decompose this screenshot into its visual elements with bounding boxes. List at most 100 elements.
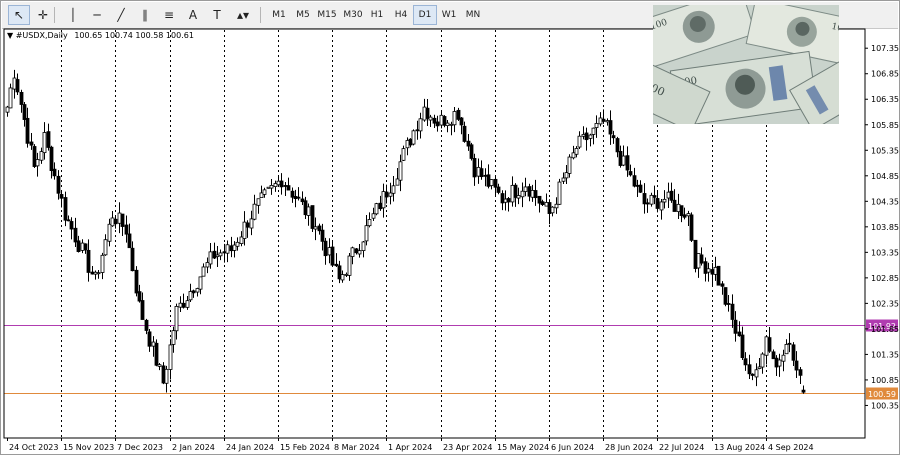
candle — [398, 154, 403, 192]
candle — [22, 101, 27, 127]
timeframe-m5[interactable]: M5 — [291, 5, 315, 25]
timeframe-h4[interactable]: H4 — [389, 5, 413, 25]
candle-body — [506, 198, 511, 203]
candle-body — [699, 254, 704, 264]
timeframe-m1[interactable]: M1 — [267, 5, 291, 25]
candle — [662, 190, 667, 209]
candle — [364, 214, 369, 246]
timeframe-h1[interactable]: H1 — [365, 5, 389, 25]
price-tick-label: 102.85 — [871, 274, 899, 283]
candle-body — [286, 185, 291, 191]
cursor-icon[interactable]: ↖ — [8, 5, 30, 25]
candle-body — [161, 365, 166, 384]
date-tick-label: 23 Apr 2024 — [443, 443, 492, 452]
candle — [733, 311, 738, 342]
candle-body — [120, 213, 125, 227]
timeframe-m15[interactable]: M15 — [315, 5, 339, 25]
candle — [86, 239, 91, 282]
candle-body — [584, 132, 589, 141]
price-tick-label: 107.35 — [871, 44, 899, 53]
candle-body — [384, 191, 389, 198]
shapes-dropdown-icon[interactable]: ▴▾ — [232, 5, 254, 25]
timeframe-mn[interactable]: MN — [461, 5, 485, 25]
candle — [239, 231, 244, 247]
date-tick-label: 6 Jun 2024 — [551, 443, 594, 452]
candle — [428, 114, 433, 127]
candle-body — [113, 218, 118, 225]
candle — [5, 105, 10, 117]
candle — [252, 194, 257, 221]
candle — [462, 121, 467, 143]
candle — [621, 145, 626, 167]
candle — [513, 183, 518, 207]
fibonacci-icon[interactable]: ≡ — [158, 5, 180, 25]
toolbar-separator — [54, 7, 55, 23]
candle — [124, 215, 129, 243]
candle-body — [537, 195, 542, 204]
candle — [703, 257, 708, 282]
time-axis[interactable]: 24 Oct 2023 15 Nov 2023 7 Dec 2023 2 Jan 20… — [7, 438, 814, 452]
candle — [256, 198, 261, 214]
candle — [334, 253, 339, 268]
price-axis[interactable]: 107.35 106.85 106.35 105.85 105.35 104.85 104.… — [865, 44, 899, 410]
candle — [608, 110, 613, 145]
candle-body — [364, 225, 369, 242]
candle — [493, 175, 498, 197]
candle — [185, 295, 190, 310]
candle — [283, 182, 288, 197]
candle — [350, 246, 355, 265]
candle-body — [168, 344, 173, 370]
candle — [500, 190, 505, 211]
candle-body — [767, 337, 772, 352]
text-label-icon[interactable]: T — [206, 5, 228, 25]
equidistant-channel-icon[interactable]: ∥ — [134, 5, 156, 25]
candle-body — [29, 141, 34, 146]
candle — [249, 210, 254, 236]
candle-body — [367, 219, 372, 227]
candle-body — [137, 291, 142, 302]
candle — [73, 217, 78, 248]
timeframe-d1[interactable]: D1 — [413, 5, 437, 25]
candle — [107, 218, 112, 247]
candle — [262, 187, 267, 198]
candle-body — [628, 171, 633, 176]
candle-body — [764, 336, 769, 356]
candle-body — [689, 214, 694, 241]
candle-body — [486, 174, 491, 187]
candle — [567, 154, 572, 178]
candle — [452, 106, 457, 133]
candle-body — [601, 118, 606, 122]
candle-body — [144, 319, 149, 331]
horizontal-line-icon[interactable]: ─ — [86, 5, 108, 25]
candle — [266, 186, 271, 189]
candle — [754, 363, 759, 387]
candle — [215, 246, 220, 268]
vertical-line-icon[interactable]: │ — [62, 5, 84, 25]
candle-body — [252, 203, 257, 220]
candle — [726, 295, 731, 312]
text-icon[interactable]: A — [182, 5, 204, 25]
crosshair-icon[interactable]: ✛ — [32, 5, 54, 25]
candle — [591, 127, 596, 145]
date-tick-label: 4 Sep 2024 — [768, 443, 814, 452]
candle-body — [483, 174, 488, 177]
candle — [147, 328, 152, 352]
timeframe-m30[interactable]: M30 — [341, 5, 365, 25]
candle — [584, 127, 589, 151]
candle-body — [625, 155, 630, 171]
trendline-icon[interactable]: ╱ — [110, 5, 132, 25]
candle-body — [164, 368, 169, 384]
candle-body — [374, 203, 379, 215]
candle — [46, 123, 51, 151]
candle-body — [787, 342, 792, 345]
candle — [19, 89, 24, 113]
candle — [743, 352, 748, 371]
candle-body — [456, 109, 461, 120]
candle-body — [42, 132, 47, 154]
candle-body — [178, 302, 183, 308]
timeframe-w1[interactable]: W1 — [437, 5, 461, 25]
candle-body — [652, 195, 657, 198]
collapse-arrow-icon[interactable]: ▼ — [7, 31, 13, 40]
candle-body — [544, 202, 549, 207]
date-tick-label: 13 Aug 2024 — [714, 443, 765, 452]
